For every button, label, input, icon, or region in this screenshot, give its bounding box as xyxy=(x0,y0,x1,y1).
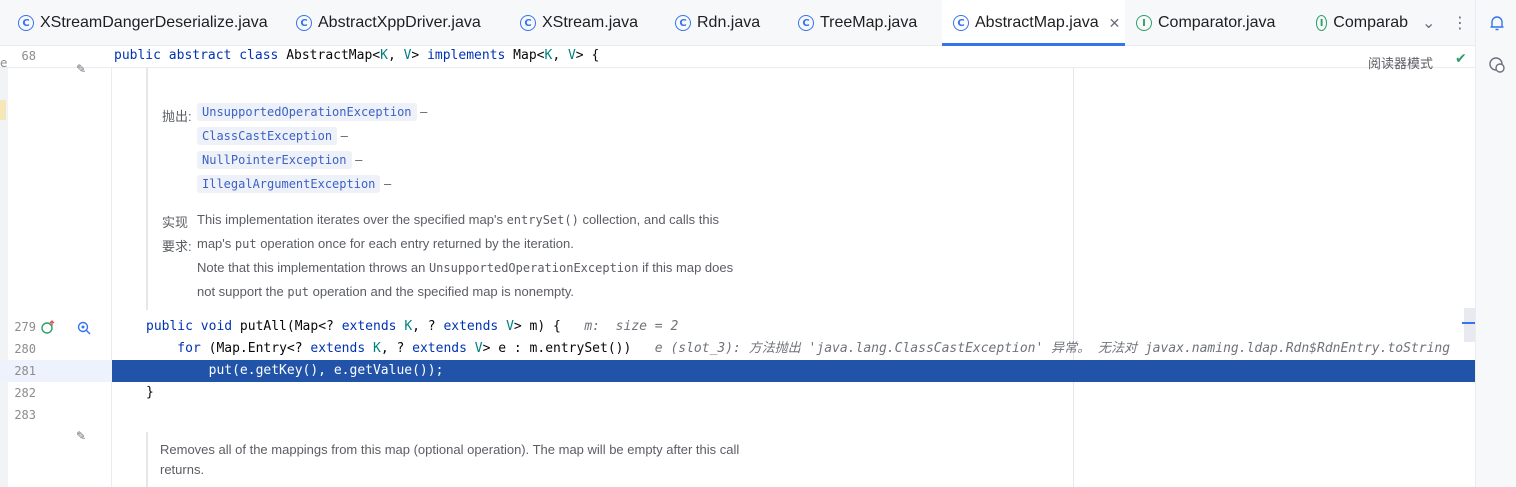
line-number: 68 xyxy=(21,49,36,63)
class-icon: C xyxy=(520,15,536,31)
code-token: putAll xyxy=(239,319,287,334)
code-token: K xyxy=(404,319,413,334)
ai-chat-icon[interactable] xyxy=(1488,56,1506,74)
impl-text-line: not support the put operation and the sp… xyxy=(197,284,575,299)
impl-text-line: This implementation iterates over the sp… xyxy=(197,212,720,227)
exception-link[interactable]: IllegalArgumentException xyxy=(197,175,381,193)
tab-abstract-map[interactable]: C AbstractMap.java ✕ xyxy=(942,0,1125,46)
chevron-down-icon[interactable]: ⌄ xyxy=(1422,13,1435,32)
code-line[interactable] xyxy=(112,404,1462,426)
class-icon: C xyxy=(675,15,691,31)
code-token: implements xyxy=(427,48,514,63)
code-token: V xyxy=(506,319,514,334)
code-token: V xyxy=(474,341,483,356)
scrollbar-current-marker xyxy=(1462,322,1475,324)
code-line[interactable]: } xyxy=(112,382,1462,404)
class-icon: C xyxy=(296,15,312,31)
line-number: 283 xyxy=(14,408,36,422)
doc-text-line: returns. xyxy=(160,462,205,477)
code-token: put(e.getKey(), e.getValue()); xyxy=(146,363,444,378)
code-token: public abstract class xyxy=(114,48,287,63)
tab-rdn[interactable]: C Rdn.java xyxy=(675,0,760,46)
doc-comment-bar xyxy=(146,432,148,487)
tab-comparator[interactable]: I Comparator.java xyxy=(1136,0,1275,46)
exception-link[interactable]: UnsupportedOperationException xyxy=(197,103,417,121)
code-token: public void xyxy=(146,319,240,334)
code-token: Map< xyxy=(513,48,545,63)
code-line[interactable]: public void putAll(Map<? extends K, ? ex… xyxy=(112,316,1462,338)
doc-comment-bar xyxy=(146,68,148,310)
fold-marker xyxy=(0,100,6,120)
class-icon: C xyxy=(798,15,814,31)
code-token: V xyxy=(567,48,576,63)
class-icon: C xyxy=(953,15,969,31)
code-token: > m) { xyxy=(513,319,561,334)
more-vertical-icon[interactable]: ⋮ xyxy=(1452,13,1468,32)
tab-treemap[interactable]: C TreeMap.java xyxy=(798,0,917,46)
code-token: , ? xyxy=(412,319,444,334)
impl-text-line: Note that this implementation throws an … xyxy=(197,260,734,275)
doc-text-line: Removes all of the mappings from this ma… xyxy=(160,442,740,457)
tab-xstream[interactable]: C XStream.java xyxy=(520,0,638,46)
editor-gutter xyxy=(0,68,112,487)
tab-comparable[interactable]: I Comparab xyxy=(1316,0,1408,46)
code-token: > e : m.entrySet()) xyxy=(482,341,632,356)
throws-label: 抛出: xyxy=(162,109,192,124)
check-icon: ✔ xyxy=(1455,51,1467,67)
line-number: 281 xyxy=(14,364,36,378)
change-strip xyxy=(0,68,8,487)
impl-label: 要求: xyxy=(162,239,192,254)
code-token: extends xyxy=(412,341,475,356)
code-token: , xyxy=(387,48,404,63)
selected-code-line[interactable]: put(e.getKey(), e.getValue()); xyxy=(112,360,1475,382)
close-tab-icon[interactable]: ✕ xyxy=(1109,15,1121,32)
code-token: for xyxy=(146,341,209,356)
reader-mode-toggle[interactable]: 阅读器模式 xyxy=(1368,53,1433,72)
editor-tab-bar: C XStreamDangerDeserialize.java C Abstract… xyxy=(0,0,1475,46)
code-token: } xyxy=(146,385,154,400)
interface-icon: I xyxy=(1316,15,1328,31)
code-token: AbstractMap< xyxy=(286,48,381,63)
code-token: (Map<? xyxy=(286,319,342,334)
sticky-class-header[interactable]: 68 public abstract class AbstractMap<K, … xyxy=(0,46,1475,68)
scrollbar-marker[interactable] xyxy=(1464,308,1475,342)
implements-marker-icon[interactable] xyxy=(41,320,55,337)
code-token: > xyxy=(411,48,428,63)
debug-inline-value: m: size = 2 xyxy=(560,319,679,334)
sticky-code-line: public abstract class AbstractMap<K, V> … xyxy=(114,48,599,63)
line-number: 282 xyxy=(14,386,36,400)
right-tool-strip xyxy=(1475,0,1516,487)
pencil-icon[interactable]: ✎ xyxy=(76,429,86,443)
exception-item: NullPointerException – xyxy=(197,151,362,169)
line-number: 279 xyxy=(14,320,36,334)
tab-xstream-danger-deserialize[interactable]: C XStreamDangerDeserialize.java xyxy=(18,0,268,46)
exception-link[interactable]: ClassCastException xyxy=(197,127,338,145)
code-token: > { xyxy=(575,48,600,63)
exception-link[interactable]: NullPointerException xyxy=(197,151,352,169)
exception-item: IllegalArgumentException – xyxy=(197,175,391,193)
pencil-icon[interactable]: ✎ xyxy=(76,62,86,76)
debug-inline-value: e (slot_3): 方法抛出 'java.lang.ClassCastExc… xyxy=(631,341,1451,356)
code-line[interactable]: for (Map.Entry<? extends K, ? extends V>… xyxy=(112,338,1462,360)
code-token: (Map.Entry<? xyxy=(208,341,311,356)
code-token: extends xyxy=(443,319,507,334)
exception-item: ClassCastException – xyxy=(197,127,348,145)
code-token: K xyxy=(380,48,388,63)
class-icon: C xyxy=(18,15,34,31)
tab-abstract-xpp-driver[interactable]: C AbstractXppDriver.java xyxy=(296,0,481,46)
bell-icon[interactable] xyxy=(1488,14,1506,32)
line-number: 280 xyxy=(14,342,36,356)
interface-icon: I xyxy=(1136,15,1152,31)
search-usage-icon[interactable] xyxy=(76,320,92,339)
impl-text-line: map's put operation once for each entry … xyxy=(197,236,574,251)
code-token: , xyxy=(552,48,568,63)
code-token: extends xyxy=(310,341,373,356)
code-token: , ? xyxy=(380,341,413,356)
exception-item: UnsupportedOperationException – xyxy=(197,103,427,121)
code-token: extends xyxy=(341,319,405,334)
code-token: K xyxy=(373,341,381,356)
impl-label: 实现 xyxy=(162,215,189,230)
